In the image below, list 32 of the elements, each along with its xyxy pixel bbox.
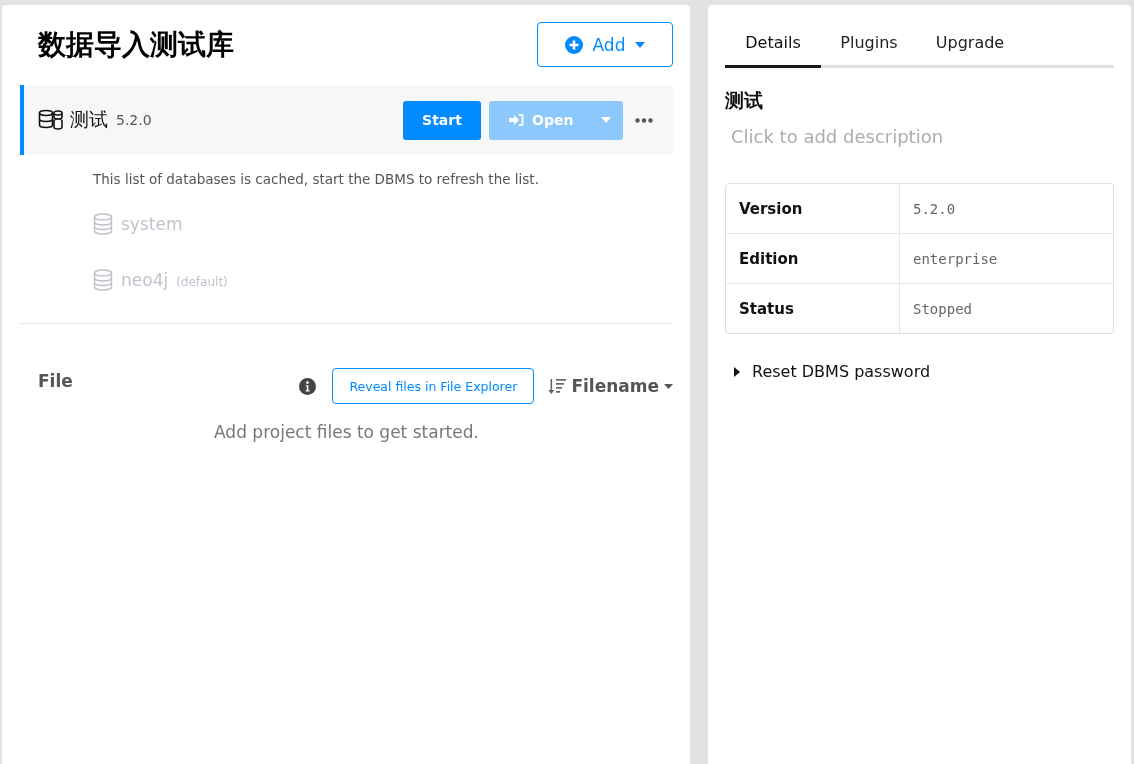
cache-note: This list of databases is cached, start the DBMS to refresh the list.: [93, 171, 540, 187]
database-icon: [93, 213, 113, 235]
sort-dropdown[interactable]: Filename: [548, 376, 673, 396]
project-title: 数据导入测试库: [38, 26, 234, 63]
tab[interactable]: Details: [725, 25, 821, 68]
description-field[interactable]: Click to add description: [731, 126, 1111, 147]
caret-icon: [601, 117, 611, 123]
dbms-version: 5.2.0: [116, 112, 152, 128]
reveal-files-button[interactable]: Reveal files in File Explorer: [332, 368, 535, 404]
table-cell: Status: [726, 284, 900, 333]
tab[interactable]: Upgrade: [917, 25, 1023, 68]
table-cell-text: Stopped: [912, 299, 972, 319]
dbms-name: 测试: [70, 107, 108, 132]
files-heading: File: [38, 371, 73, 391]
empty-files-message: Add project files to get started.: [213, 422, 480, 442]
plus-circle-icon: [564, 35, 583, 54]
sort-icon: [548, 377, 567, 395]
reset-password-toggle[interactable]: Reset DBMS password: [734, 362, 1114, 381]
info-icon[interactable]: [299, 377, 317, 395]
database-icon: [93, 269, 113, 291]
table-cell: Edition: [726, 234, 900, 283]
table-cell-text: enterprise: [912, 249, 998, 269]
sign-in-icon: [509, 114, 524, 126]
caret-icon: [734, 366, 740, 377]
dbms-title: 测试: [725, 88, 764, 113]
tab[interactable]: Plugins: [821, 25, 917, 68]
more-icon[interactable]: [635, 117, 653, 123]
caret-icon: [635, 41, 646, 48]
databases-icon: [38, 108, 64, 132]
table-cell: Version: [726, 184, 900, 233]
caret-icon: [664, 383, 673, 389]
table-cell-text: 5.2.0: [912, 199, 956, 219]
